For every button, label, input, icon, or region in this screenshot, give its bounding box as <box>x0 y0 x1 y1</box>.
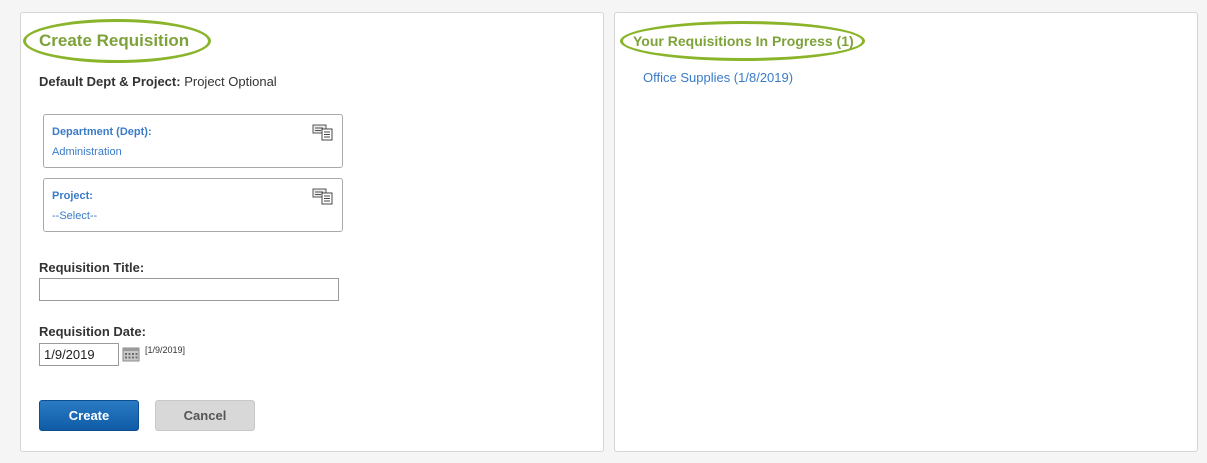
department-label: Department (Dept): <box>52 126 152 138</box>
project-value[interactable]: --Select-- <box>52 210 97 222</box>
default-dept-project-value: Project Optional <box>184 74 277 89</box>
form-list-icon[interactable] <box>312 123 334 141</box>
create-button[interactable]: Create <box>39 400 139 431</box>
default-dept-project: Default Dept & Project: Project Optional <box>39 74 277 89</box>
requisition-title-input[interactable] <box>39 278 339 301</box>
department-value[interactable]: Administration <box>52 146 122 158</box>
cancel-button[interactable]: Cancel <box>155 400 255 431</box>
department-chooser[interactable]: Department (Dept): Administration <box>43 114 343 168</box>
project-chooser[interactable]: Project: --Select-- <box>43 178 343 232</box>
project-label: Project: <box>52 190 93 202</box>
requisition-date-input[interactable] <box>39 343 119 366</box>
requisitions-in-progress-title: Your Requisitions In Progress (1) <box>633 33 854 49</box>
requisition-link[interactable]: Office Supplies (1/8/2019) <box>643 70 793 85</box>
form-list-icon[interactable] <box>312 187 334 205</box>
calendar-icon[interactable] <box>122 346 140 362</box>
create-requisition-panel: Create Requisition Default Dept & Projec… <box>20 12 604 452</box>
requisition-date-hint: [1/9/2019] <box>145 345 186 355</box>
requisition-title-label: Requisition Title: <box>39 260 145 275</box>
default-dept-project-label: Default Dept & Project: <box>39 74 181 89</box>
requisition-date-label: Requisition Date: <box>39 324 146 339</box>
requisitions-in-progress-panel: Your Requisitions In Progress (1) Office… <box>614 12 1198 452</box>
create-requisition-title: Create Requisition <box>39 31 190 50</box>
